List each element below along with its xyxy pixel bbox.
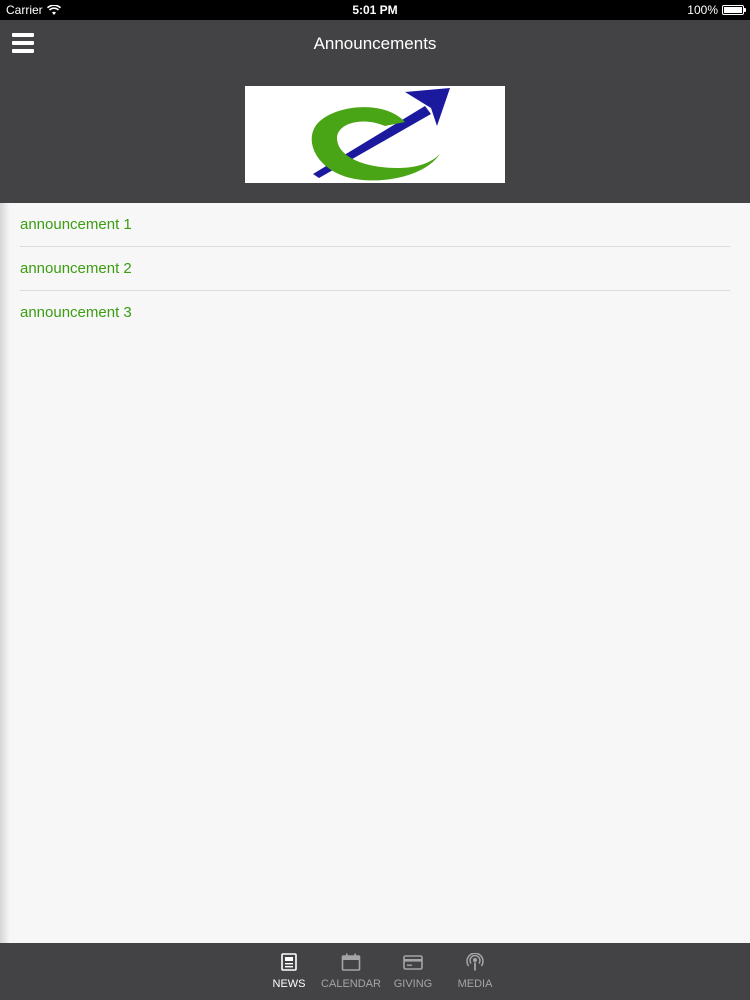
announcement-item[interactable]: announcement 2 bbox=[20, 247, 730, 291]
status-time: 5:01 PM bbox=[352, 3, 398, 17]
drawer-edge-shadow bbox=[0, 203, 10, 943]
tab-giving[interactable]: GIVING bbox=[382, 943, 444, 1000]
calendar-icon bbox=[341, 953, 361, 971]
announcement-item[interactable]: announcement 1 bbox=[20, 203, 730, 247]
announcement-title: announcement 3 bbox=[20, 304, 132, 321]
credit-card-icon bbox=[403, 955, 423, 970]
header-banner bbox=[0, 68, 750, 203]
battery-icon bbox=[722, 5, 746, 15]
announcement-list: announcement 1 announcement 2 announceme… bbox=[20, 203, 730, 335]
tab-bar: NEWS CALENDAR GIVING MEDIA bbox=[0, 943, 750, 1000]
announcement-item[interactable]: announcement 3 bbox=[20, 291, 730, 335]
news-icon bbox=[281, 953, 297, 971]
page-title: Announcements bbox=[313, 34, 437, 53]
tab-news[interactable]: NEWS bbox=[258, 943, 320, 1000]
tab-label: MEDIA bbox=[457, 978, 493, 990]
tab-calendar[interactable]: CALENDAR bbox=[320, 943, 382, 1000]
tab-media[interactable]: MEDIA bbox=[444, 943, 506, 1000]
battery-percent: 100% bbox=[687, 3, 718, 17]
logo-graphic bbox=[311, 88, 450, 181]
podcast-icon bbox=[466, 953, 484, 971]
tab-label: GIVING bbox=[393, 978, 433, 990]
announcement-title: announcement 2 bbox=[20, 260, 132, 277]
tab-label: CALENDAR bbox=[321, 978, 381, 990]
status-bar: Carrier 5:01 PM 100% bbox=[0, 0, 750, 20]
battery-indicator: 100% bbox=[687, 3, 746, 17]
tab-label: NEWS bbox=[272, 978, 306, 990]
navigation-bar: Announcements bbox=[0, 20, 750, 68]
church-logo bbox=[245, 86, 505, 183]
announcement-title: announcement 1 bbox=[20, 216, 132, 233]
